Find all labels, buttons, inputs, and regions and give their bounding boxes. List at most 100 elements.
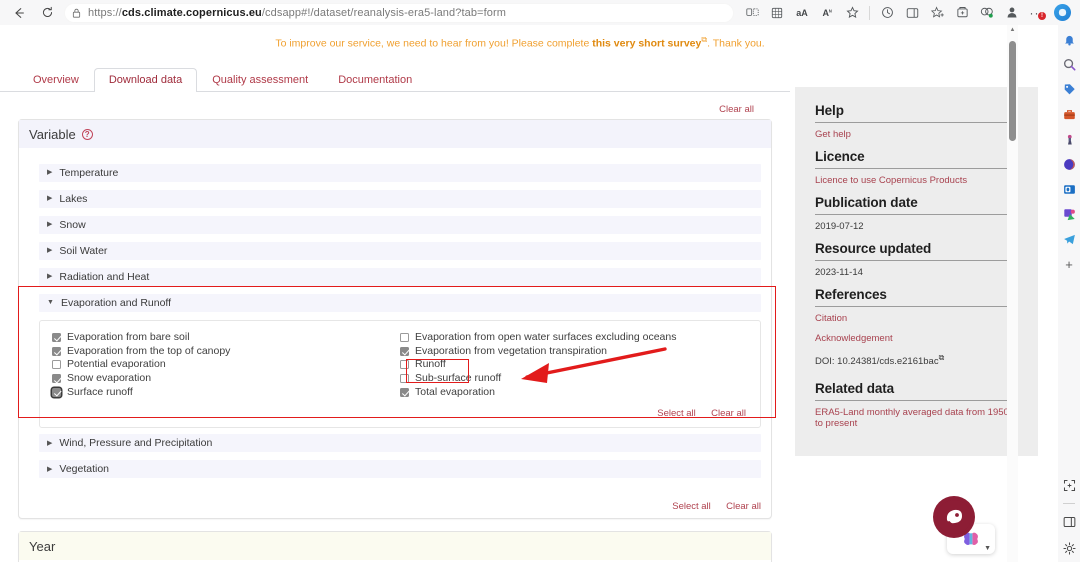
checkbox-box[interactable]: [400, 388, 409, 398]
accordion-label: Soil Water: [59, 244, 108, 257]
evaporation-runoff-actions: Select all Clear all: [52, 399, 748, 421]
screenshot-icon[interactable]: [1061, 477, 1077, 493]
scrollbar-thumb[interactable]: [1009, 41, 1016, 141]
accordion-label: Vegetation: [59, 463, 110, 476]
tab-documentation[interactable]: Documentation: [323, 68, 427, 92]
office-icon[interactable]: [1061, 156, 1077, 172]
tab-download-data[interactable]: Download data: [93, 67, 198, 92]
sidebar-toggle-icon[interactable]: [1061, 514, 1077, 530]
chat-widget[interactable]: ▼: [933, 496, 995, 558]
checkbox-box[interactable]: [52, 388, 61, 398]
accordion-radiation-and-heat[interactable]: ▶ Radiation and Heat: [39, 267, 761, 286]
rail-divider: [1063, 503, 1075, 504]
checkbox-label: Runoff: [415, 358, 446, 371]
clear-all-evaporation-link[interactable]: Clear all: [711, 408, 746, 419]
help-icon[interactable]: ?: [81, 128, 93, 140]
checkbox-box[interactable]: [52, 346, 61, 356]
select-all-evaporation-link[interactable]: Select all: [657, 408, 696, 419]
shopping-tag-icon[interactable]: [1061, 81, 1077, 97]
related-data-heading: Related data: [815, 381, 1018, 402]
accordion-lakes[interactable]: ▶ Lakes: [39, 189, 761, 208]
licence-heading: Licence: [815, 149, 1018, 169]
favorites-star-icon[interactable]: [840, 2, 864, 24]
acknowledgement-link[interactable]: Acknowledgement: [815, 333, 1018, 344]
chevron-down-icon[interactable]: ▼: [984, 545, 991, 552]
checkbox-box[interactable]: [52, 332, 61, 342]
page-scrollbar[interactable]: ▲: [1007, 25, 1018, 562]
scroll-up-arrow-icon[interactable]: ▲: [1010, 27, 1016, 33]
doi-value[interactable]: DOI: 10.24381/cds.e2161bac⧉: [815, 353, 1018, 367]
checkbox-column-right: Evaporation from open water surfaces exc…: [400, 331, 748, 400]
notifications-bell-icon[interactable]: [1061, 31, 1077, 47]
checkbox-evaporation-from-the-top-of-canopy[interactable]: Evaporation from the top of canopy: [52, 344, 400, 358]
checkbox-surface-runoff[interactable]: Surface runoff: [52, 386, 400, 400]
add-app-icon[interactable]: +: [1061, 256, 1077, 272]
get-help-link[interactable]: Get help: [815, 129, 1018, 140]
checkbox-snow-evaporation[interactable]: Snow evaporation: [52, 372, 400, 386]
select-all-variable-link[interactable]: Select all: [672, 501, 711, 512]
tab-overview[interactable]: Overview: [18, 68, 94, 92]
accordion-snow[interactable]: ▶ Snow: [39, 215, 761, 234]
outlook-icon[interactable]: [1061, 181, 1077, 197]
checkbox-box[interactable]: [52, 374, 61, 384]
split-screen-icon[interactable]: [740, 2, 764, 24]
notification-badge: !: [1038, 11, 1046, 20]
accordion-soil-water[interactable]: ▶ Soil Water: [39, 241, 761, 260]
checkbox-box[interactable]: [400, 346, 409, 356]
clear-all-variable-link[interactable]: Clear all: [726, 501, 761, 512]
history-icon[interactable]: [875, 2, 899, 24]
chat-assistant-avatar[interactable]: [933, 496, 975, 538]
checkbox-total-evaporation[interactable]: Total evaporation: [400, 386, 748, 400]
clear-all-form-link[interactable]: Clear all: [719, 104, 754, 115]
tab-quality-assessment[interactable]: Quality assessment: [197, 68, 323, 92]
tools-icon[interactable]: [1061, 106, 1077, 122]
copilot-icon[interactable]: [1050, 2, 1074, 24]
checkbox-label: Total evaporation: [415, 386, 495, 399]
checkbox-potential-evaporation[interactable]: Potential evaporation: [52, 358, 400, 372]
collections-icon[interactable]: [765, 2, 789, 24]
variable-panel: Variable ? ▶ Temperature ▶ Lakes ▶ Snow: [18, 118, 772, 520]
citation-link[interactable]: Citation: [815, 313, 1018, 324]
read-aloud-icon[interactable]: aA: [790, 2, 814, 24]
settings-gear-icon[interactable]: [1061, 540, 1077, 556]
accordion-label: Snow: [59, 218, 86, 231]
search-icon[interactable]: [1061, 56, 1077, 72]
browser-essentials-icon[interactable]: [975, 2, 999, 24]
checkbox-evaporation-from-bare-soil[interactable]: Evaporation from bare soil: [52, 331, 400, 345]
licence-link[interactable]: Licence to use Copernicus Products: [815, 175, 1018, 186]
profile-icon[interactable]: [1000, 2, 1024, 24]
accordion-evaporation-and-runoff[interactable]: ▼ Evaporation and Runoff: [39, 293, 761, 312]
checkbox-label: Sub-surface runoff: [415, 372, 502, 385]
immersive-reader-icon[interactable]: Aᴺ: [815, 2, 839, 24]
checkbox-evaporation-from-vegetation-transpiration[interactable]: Evaporation from vegetation transpiratio…: [400, 344, 748, 358]
accordion-temperature[interactable]: ▶ Temperature: [39, 163, 761, 182]
accordion-wind-pressure-and-precipitation[interactable]: ▶ Wind, Pressure and Precipitation: [39, 434, 761, 453]
checkbox-box[interactable]: [52, 360, 61, 370]
references-heading: References: [815, 287, 1018, 307]
back-arrow-icon[interactable]: [6, 2, 32, 24]
designer-icon[interactable]: [1061, 206, 1077, 222]
split-pane-icon[interactable]: [900, 2, 924, 24]
checkbox-box[interactable]: [400, 360, 409, 370]
add-favorite-icon[interactable]: [925, 2, 949, 24]
checkbox-label: Evaporation from the top of canopy: [67, 344, 231, 357]
collections-panel-icon[interactable]: [950, 2, 974, 24]
settings-more-icon[interactable]: ···!: [1025, 2, 1049, 24]
survey-link[interactable]: this very short survey: [592, 38, 701, 50]
accordion-vegetation[interactable]: ▶ Vegetation: [39, 460, 761, 479]
chevron-right-icon: ▶: [47, 195, 53, 202]
reload-icon[interactable]: [34, 2, 60, 24]
checkbox-box[interactable]: [400, 332, 409, 342]
browser-toolbar: https://cds.climate.copernicus.eu/cdsapp…: [0, 0, 1080, 25]
games-icon[interactable]: [1061, 131, 1077, 147]
related-data-link[interactable]: ERA5-Land monthly averaged data from 195…: [815, 407, 1018, 429]
checkbox-sub-surface-runoff[interactable]: Sub-surface runoff: [400, 372, 748, 386]
checkbox-box[interactable]: [400, 374, 409, 384]
telegram-icon[interactable]: [1061, 231, 1077, 247]
address-bar-url: https://cds.climate.copernicus.eu/cdsapp…: [88, 6, 506, 19]
address-bar[interactable]: https://cds.climate.copernicus.eu/cdsapp…: [64, 2, 734, 23]
checkbox-runoff[interactable]: Runoff: [400, 358, 748, 372]
doi-text: DOI: 10.24381/cds.e2161bac: [815, 356, 939, 368]
page-viewport: To improve our service, we need to hear …: [0, 25, 1080, 562]
checkbox-evaporation-from-open-water-surfaces-excluding-oceans[interactable]: Evaporation from open water surfaces exc…: [400, 331, 748, 345]
